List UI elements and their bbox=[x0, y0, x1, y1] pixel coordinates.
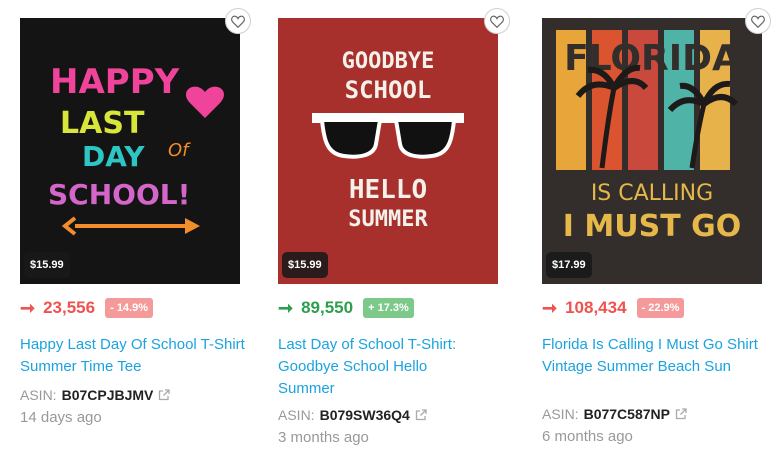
asin-row: ASIN: B079SW36Q4 bbox=[278, 405, 427, 425]
favorite-button[interactable] bbox=[225, 8, 251, 34]
arrow-right-down-icon: ➞ bbox=[542, 298, 558, 318]
price-tag: $15.99 bbox=[24, 252, 70, 278]
product-image[interactable]: HAPPY LAST DAY Of SCHOOL! bbox=[20, 18, 240, 284]
product-image[interactable]: FLORIDA IS CALLING I MUST GO bbox=[542, 18, 762, 284]
svg-text:LAST: LAST bbox=[60, 106, 145, 141]
asin-value: B07CPJBJMV bbox=[61, 387, 154, 403]
favorite-button[interactable] bbox=[484, 8, 510, 34]
svg-text:SCHOOL!: SCHOOL! bbox=[48, 178, 190, 211]
product-image[interactable]: GOODBYE SCHOOL HELLO SUMMER bbox=[278, 18, 498, 284]
time-ago: 14 days ago bbox=[20, 409, 102, 426]
svg-text:Of: Of bbox=[168, 140, 191, 161]
time-ago: 3 months ago bbox=[278, 429, 369, 446]
svg-text:SUMMER: SUMMER bbox=[348, 207, 428, 232]
heart-outline-icon bbox=[751, 15, 765, 28]
svg-text:HELLO: HELLO bbox=[349, 175, 427, 205]
rank-row: ➞ 23,556 - 14.9% bbox=[20, 298, 154, 318]
asin-label: ASIN: bbox=[20, 387, 57, 403]
external-link-icon[interactable] bbox=[158, 389, 171, 401]
asin-label: ASIN: bbox=[278, 407, 315, 423]
asin-row: ASIN: B07CPJBJMV bbox=[20, 385, 171, 405]
shirt-design-art: GOODBYE SCHOOL HELLO SUMMER bbox=[278, 18, 498, 284]
rank-change-badge: - 14.9% bbox=[105, 298, 154, 318]
shirt-design-art: HAPPY LAST DAY Of SCHOOL! bbox=[20, 18, 240, 284]
svg-text:I MUST GO: I MUST GO bbox=[563, 209, 741, 244]
asin-label: ASIN: bbox=[542, 406, 579, 422]
svg-text:GOODBYE: GOODBYE bbox=[342, 49, 435, 74]
sales-rank: 23,556 bbox=[43, 298, 96, 317]
external-link-icon[interactable] bbox=[675, 408, 687, 420]
shirt-design-art: FLORIDA IS CALLING I MUST GO bbox=[542, 18, 762, 284]
product-title-link[interactable]: Last Day of School T-Shirt: Goodbye Scho… bbox=[278, 334, 488, 400]
heart-outline-icon bbox=[490, 15, 504, 28]
svg-text:SCHOOL: SCHOOL bbox=[345, 76, 432, 104]
product-title-link[interactable]: Florida Is Calling I Must Go Shirt Vinta… bbox=[542, 334, 767, 378]
rank-change-badge: + 17.3% bbox=[363, 298, 414, 318]
arrow-right-up-icon: ➞ bbox=[278, 298, 294, 318]
rank-change-badge: - 22.9% bbox=[636, 298, 685, 318]
heart-outline-icon bbox=[231, 15, 245, 28]
svg-text:DAY: DAY bbox=[82, 140, 145, 173]
svg-text:IS CALLING: IS CALLING bbox=[591, 181, 713, 206]
svg-text:FLORIDA: FLORIDA bbox=[564, 38, 740, 79]
time-ago: 6 months ago bbox=[542, 428, 633, 445]
asin-value: B079SW36Q4 bbox=[319, 407, 410, 423]
asin-value: B077C587NP bbox=[583, 406, 670, 422]
arrow-right-down-icon: ➞ bbox=[20, 298, 36, 318]
external-link-icon[interactable] bbox=[415, 409, 427, 421]
sales-rank: 89,550 bbox=[301, 298, 354, 317]
favorite-button[interactable] bbox=[745, 8, 771, 34]
asin-row: ASIN: B077C587NP bbox=[542, 404, 687, 424]
rank-row: ➞ 108,434 - 22.9% bbox=[542, 298, 685, 318]
price-tag: $17.99 bbox=[546, 252, 592, 278]
sales-rank: 108,434 bbox=[565, 298, 627, 317]
rank-row: ➞ 89,550 + 17.3% bbox=[278, 298, 414, 318]
product-title-link[interactable]: Happy Last Day Of School T-Shirt Summer … bbox=[20, 334, 245, 378]
price-tag: $15.99 bbox=[282, 252, 328, 278]
svg-text:HAPPY: HAPPY bbox=[50, 62, 180, 102]
